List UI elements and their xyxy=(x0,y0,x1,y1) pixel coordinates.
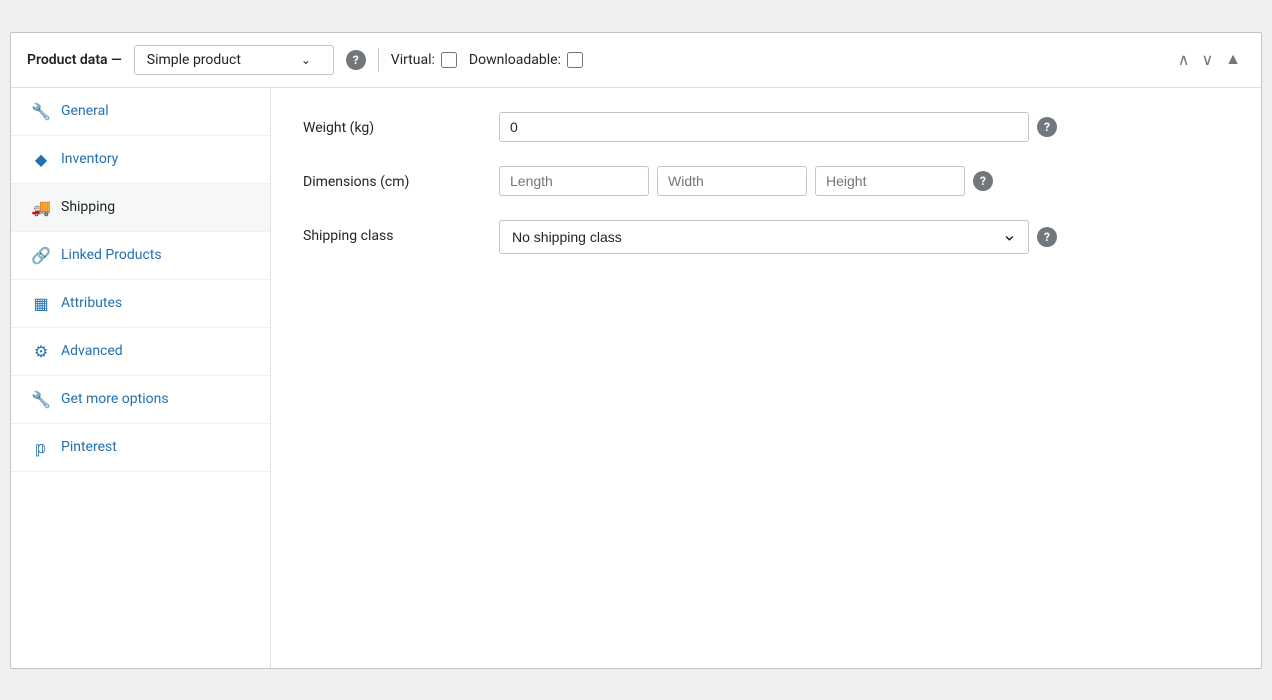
shipping-class-select-wrapper: No shipping class Standard Express Freig… xyxy=(499,220,1029,254)
panel-title-text: Product data xyxy=(27,52,108,68)
weight-row: Weight (kg) ? xyxy=(303,112,1229,142)
panel-title: Product data — xyxy=(27,52,122,68)
pinterest-icon: 𝕡 xyxy=(31,438,51,457)
dimensions-control-group: ? xyxy=(499,166,1229,196)
shipping-form: Weight (kg) ? Dimensions (cm) ? Shipping xyxy=(271,88,1261,668)
width-input[interactable] xyxy=(657,166,807,196)
panel-body: 🔧 General ◆ Inventory 🚚 Shipping 🔗 Linke… xyxy=(11,88,1261,668)
shipping-class-help-icon[interactable]: ? xyxy=(1037,227,1057,247)
sidebar-item-general-label: General xyxy=(61,103,109,119)
product-type-select[interactable]: Simple product ⌄ xyxy=(134,45,334,75)
attributes-icon: ▦ xyxy=(31,294,51,313)
sidebar-item-linked-products-label: Linked Products xyxy=(61,247,162,263)
shipping-class-select[interactable]: No shipping class Standard Express Freig… xyxy=(499,220,1029,254)
truck-icon: 🚚 xyxy=(31,198,51,217)
virtual-checkbox[interactable] xyxy=(441,52,457,68)
dimensions-help-icon[interactable]: ? xyxy=(973,171,993,191)
virtual-checkbox-group: Virtual: xyxy=(391,52,457,68)
product-data-panel: Product data — Simple product ⌄ ? Virtua… xyxy=(10,32,1262,669)
link-icon: 🔗 xyxy=(31,246,51,265)
inventory-icon: ◆ xyxy=(31,150,51,169)
downloadable-checkbox[interactable] xyxy=(567,52,583,68)
gear-icon: ⚙ xyxy=(31,342,51,361)
weight-help-icon[interactable]: ? xyxy=(1037,117,1057,137)
header-separator xyxy=(378,48,379,72)
wrench-icon: 🔧 xyxy=(31,102,51,121)
sidebar-item-pinterest-label: Pinterest xyxy=(61,439,117,455)
sidebar-item-get-more-options-label: Get more options xyxy=(61,391,169,407)
virtual-label: Virtual: xyxy=(391,52,435,68)
sidebar-item-linked-products[interactable]: 🔗 Linked Products xyxy=(11,232,270,280)
sidebar-item-shipping[interactable]: 🚚 Shipping xyxy=(11,184,270,232)
product-type-label: Simple product xyxy=(147,52,241,68)
weight-label: Weight (kg) xyxy=(303,112,483,136)
sidebar-item-inventory[interactable]: ◆ Inventory xyxy=(11,136,270,184)
length-input[interactable] xyxy=(499,166,649,196)
panel-dash: — xyxy=(111,52,122,68)
sidebar-item-pinterest[interactable]: 𝕡 Pinterest xyxy=(11,424,270,472)
sidebar-item-attributes-label: Attributes xyxy=(61,295,122,311)
shipping-class-row: Shipping class No shipping class Standar… xyxy=(303,220,1229,254)
sidebar-item-inventory-label: Inventory xyxy=(61,151,118,167)
downloadable-checkbox-group: Downloadable: xyxy=(469,52,583,68)
sidebar: 🔧 General ◆ Inventory 🚚 Shipping 🔗 Linke… xyxy=(11,88,271,668)
sidebar-item-shipping-label: Shipping xyxy=(61,199,115,215)
downloadable-label: Downloadable: xyxy=(469,52,561,68)
sidebar-item-get-more-options[interactable]: 🔧 Get more options xyxy=(11,376,270,424)
dimensions-row: Dimensions (cm) ? xyxy=(303,166,1229,196)
sidebar-item-general[interactable]: 🔧 General xyxy=(11,88,270,136)
shipping-class-control-group: No shipping class Standard Express Freig… xyxy=(499,220,1229,254)
dimensions-label: Dimensions (cm) xyxy=(303,166,483,190)
sidebar-item-advanced-label: Advanced xyxy=(61,343,123,359)
panel-collapse-up-button[interactable]: ∧ xyxy=(1174,48,1194,72)
sidebar-item-advanced[interactable]: ⚙ Advanced xyxy=(11,328,270,376)
panel-collapse-down-button[interactable]: ∨ xyxy=(1197,48,1217,72)
weight-control-group: ? xyxy=(499,112,1229,142)
panel-controls: ∧ ∨ ▲ xyxy=(1174,48,1245,72)
sidebar-item-attributes[interactable]: ▦ Attributes xyxy=(11,280,270,328)
shipping-class-label: Shipping class xyxy=(303,220,483,244)
panel-header: Product data — Simple product ⌄ ? Virtua… xyxy=(11,33,1261,88)
panel-toggle-button[interactable]: ▲ xyxy=(1221,48,1245,72)
height-input[interactable] xyxy=(815,166,965,196)
weight-input[interactable] xyxy=(499,112,1029,142)
product-type-help-icon[interactable]: ? xyxy=(346,50,366,70)
plugin-icon: 🔧 xyxy=(31,390,51,409)
product-type-chevron-icon: ⌄ xyxy=(301,53,311,67)
